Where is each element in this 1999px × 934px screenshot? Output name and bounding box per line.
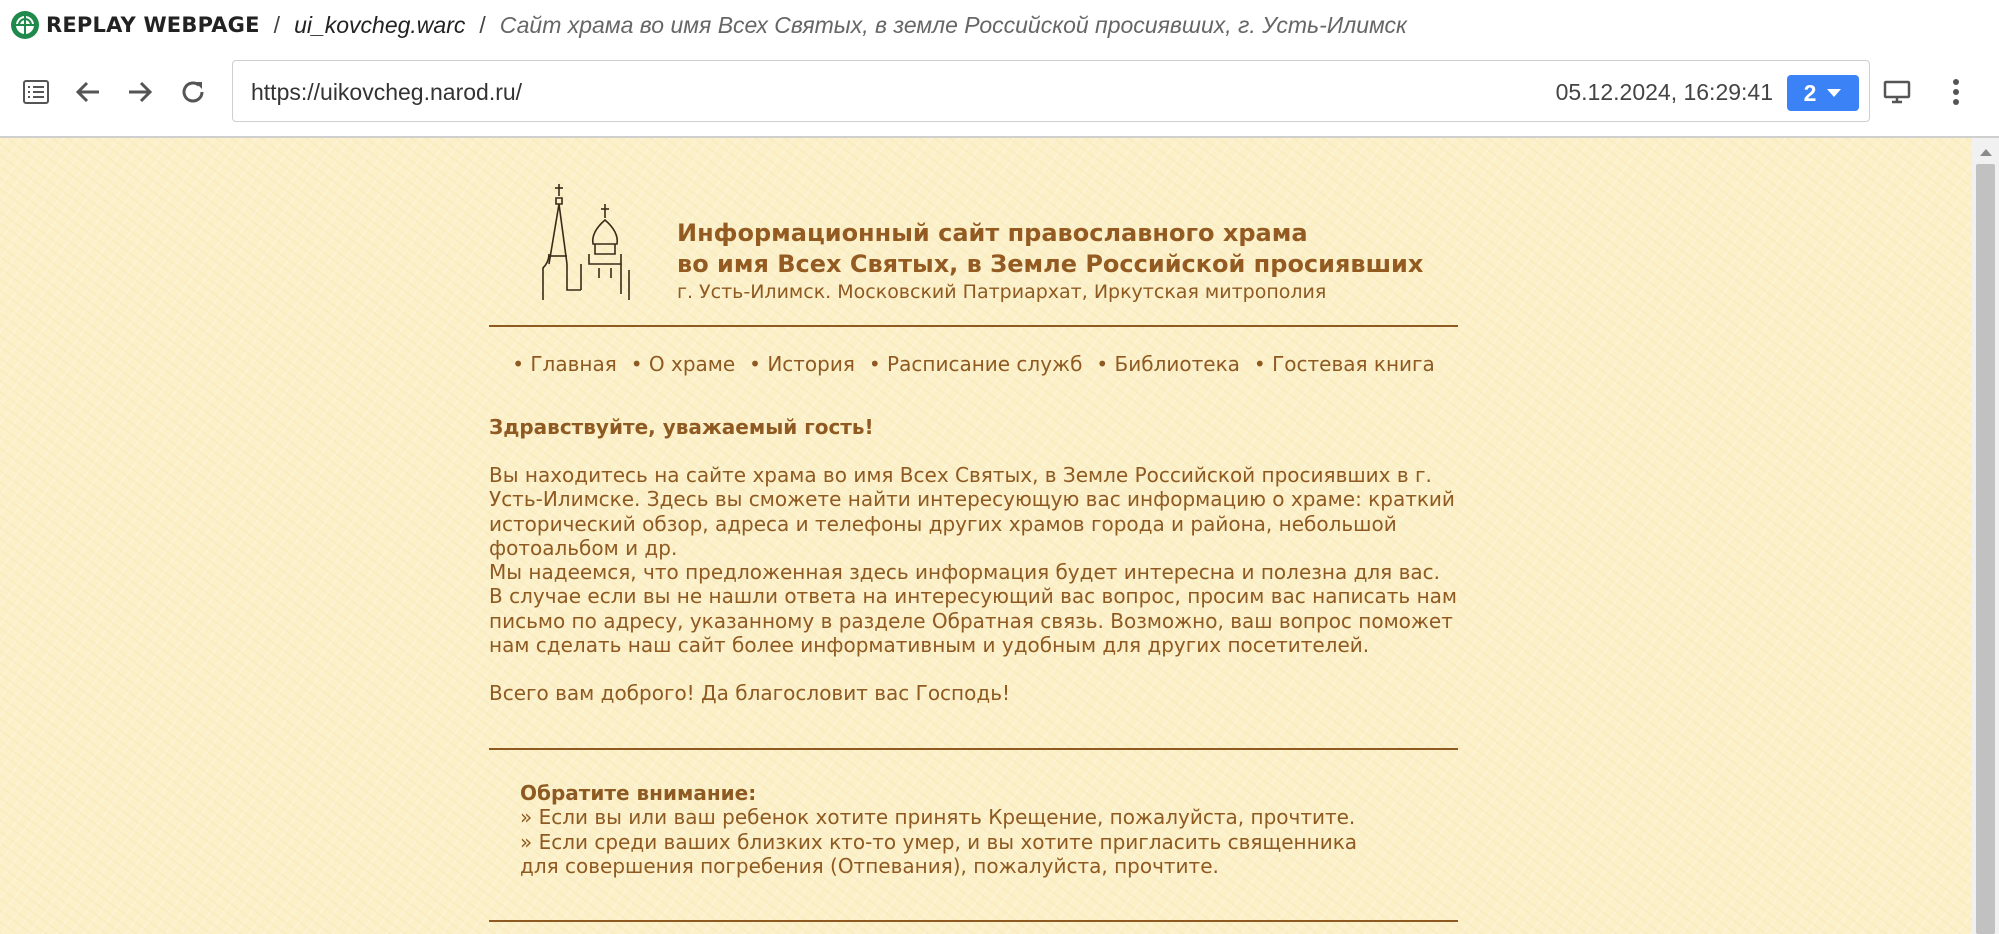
replay-logo[interactable]: REPLAY WEBPAGE (10, 10, 260, 40)
url-bar[interactable]: https://uikovcheg.narod.ru/ 05.12.2024, … (232, 60, 1870, 122)
arrow-left-icon (75, 81, 99, 103)
intro-paragraph: Вы находитесь на сайте храма во имя Всех… (489, 463, 1455, 560)
breadcrumb-page-title: Сайт храма во имя Всех Святых, в земле Р… (499, 11, 1407, 38)
divider (489, 325, 1458, 327)
arrow-right-icon (129, 81, 153, 103)
caret-up-icon (1979, 149, 1992, 156)
info-paragraph: Мы надеемся, что предложенная здесь инфо… (489, 560, 1457, 657)
site-title-line-1: Информационный сайт православного храма (677, 219, 1308, 247)
more-menu-button[interactable] (1936, 72, 1976, 112)
desktop-icon (1883, 80, 1911, 104)
brand-label: REPLAY WEBPAGE (46, 13, 260, 37)
breadcrumb-archive-file[interactable]: ui_kovcheg.warc (294, 12, 465, 39)
greeting-heading: Здравствуйте, уважаемый гость! (489, 415, 874, 439)
kebab-menu-icon (1953, 79, 1959, 105)
menu-item-about[interactable]: • О храме (631, 352, 735, 376)
globe-logo-icon (11, 11, 39, 39)
church-icon (542, 184, 630, 300)
reload-button[interactable] (173, 72, 213, 112)
breadcrumb-separator: / (479, 11, 486, 38)
site-menu: • Главная • О храме • История • Расписан… (489, 352, 1458, 376)
notice-link-baptism[interactable]: » Если вы или ваш ребенок хотите принять… (520, 805, 1380, 829)
menu-item-guestbook[interactable]: • Гостевая книга (1254, 352, 1435, 376)
notice-title: Обратите внимание: (520, 781, 757, 805)
replay-navbar: https://uikovcheg.narod.ru/ 05.12.2024, … (0, 50, 1999, 138)
menu-item-schedule[interactable]: • Расписание служб (869, 352, 1083, 376)
caret-down-icon (1827, 89, 1842, 97)
url-text[interactable]: https://uikovcheg.narod.ru/ (251, 61, 522, 123)
scroll-up-button[interactable] (1972, 142, 1999, 162)
notice-link-funeral[interactable]: » Если среди ваших близких кто-то умер, … (520, 830, 1380, 879)
divider (489, 920, 1458, 922)
back-button[interactable] (68, 72, 108, 112)
replay-header: REPLAY WEBPAGE / ui_kovcheg.warc / Сайт … (0, 0, 1999, 50)
list-icon (23, 80, 49, 104)
blessing-paragraph: Всего вам доброго! Да благословит вас Го… (489, 681, 1010, 705)
menu-item-history[interactable]: • История (749, 352, 855, 376)
scrollbar-thumb[interactable] (1976, 164, 1995, 934)
device-view-button[interactable] (1877, 72, 1917, 112)
divider (489, 748, 1458, 750)
menu-item-library[interactable]: • Библиотека (1096, 352, 1240, 376)
notice-block: Обратите внимание: » Если вы или ваш реб… (520, 781, 1380, 878)
breadcrumb-separator: / (273, 11, 281, 38)
capture-timestamp: 05.12.2024, 16:29:41 (1555, 79, 1773, 105)
menu-item-home[interactable]: • Главная (512, 352, 617, 376)
site-subtitle: г. Усть-Илимск. Московский Патриархат, И… (677, 281, 1327, 303)
version-count: 2 (1803, 79, 1817, 106)
reload-icon (182, 81, 204, 103)
site-title-line-2: во имя Всех Святых, в Земле Российской п… (677, 250, 1424, 278)
site-title: Информационный сайт православного храма … (677, 218, 1423, 280)
sidebar-toggle-button[interactable] (16, 72, 56, 112)
page-scrollbar[interactable] (1972, 138, 1999, 934)
forward-button[interactable] (120, 72, 160, 112)
archived-page-viewport: Информационный сайт православного храма … (0, 138, 1972, 934)
versions-dropdown[interactable]: 2 (1787, 75, 1859, 111)
